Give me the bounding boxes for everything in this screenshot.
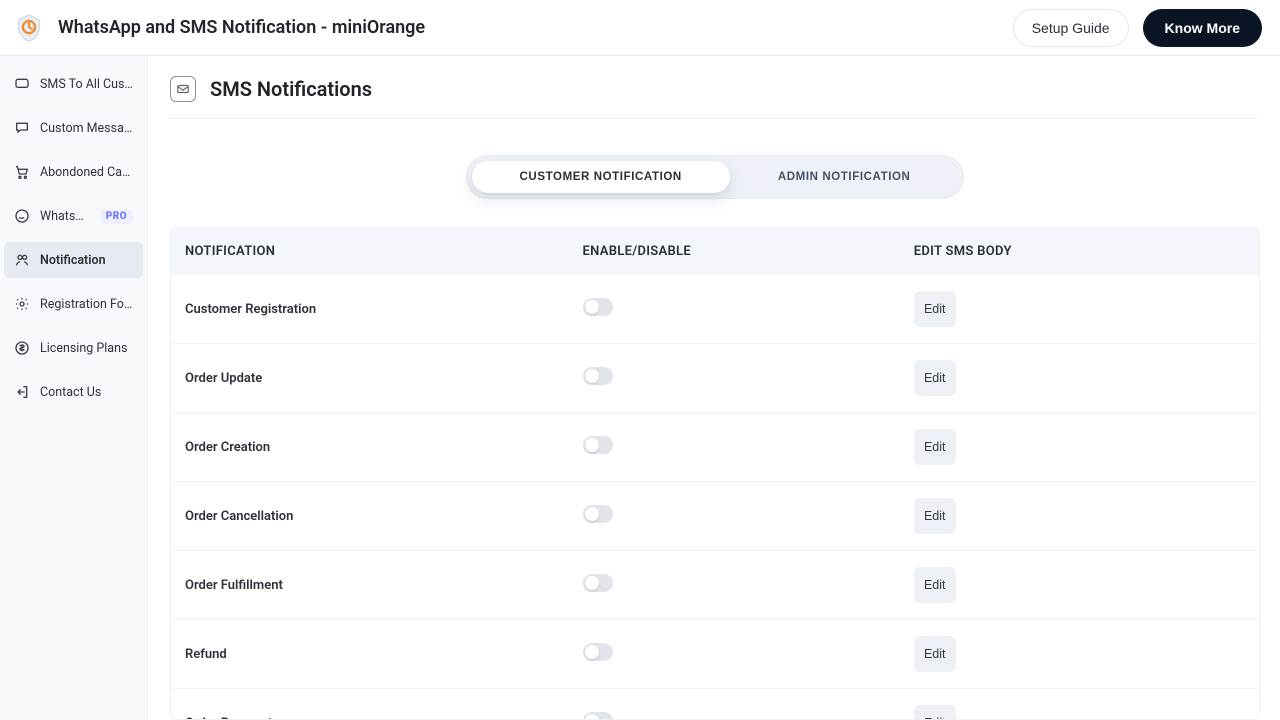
- sidebar-item-label: Abondoned Cart Noti…: [40, 165, 133, 180]
- sidebar-item-label: Contact Us: [40, 385, 133, 400]
- enable-toggle[interactable]: [583, 367, 613, 385]
- edit-button[interactable]: Edit: [914, 705, 956, 720]
- notification-name: Refund: [185, 647, 583, 662]
- table-header: NOTIFICATION ENABLE/DISABLE EDIT SMS BOD…: [171, 228, 1259, 275]
- sidebar-item-notification[interactable]: Notification: [4, 242, 143, 278]
- exit-icon: [14, 384, 30, 400]
- notification-name: Order Payment: [185, 716, 583, 720]
- notification-table: NOTIFICATION ENABLE/DISABLE EDIT SMS BOD…: [170, 227, 1260, 720]
- enable-toggle[interactable]: [583, 298, 613, 316]
- pro-badge: PRO: [100, 209, 133, 224]
- th-enable-disable: ENABLE/DISABLE: [583, 244, 914, 259]
- table-row: Order Fulfillment Edit: [171, 550, 1259, 619]
- bell-icon: [14, 252, 30, 268]
- edit-button[interactable]: Edit: [914, 291, 956, 327]
- sidebar-item-custom-messages[interactable]: Custom Messages: [4, 110, 143, 146]
- app-title: WhatsApp and SMS Notification - miniOran…: [58, 17, 425, 38]
- sidebar-item-label: Licensing Plans: [40, 341, 133, 356]
- sidebar-item-whatsapp[interactable]: WhatsApp PRO: [4, 198, 143, 234]
- enable-toggle[interactable]: [583, 643, 613, 661]
- edit-button[interactable]: Edit: [914, 636, 956, 672]
- sidebar-item-label: WhatsApp: [40, 209, 90, 224]
- tab-admin-notification[interactable]: ADMIN NOTIFICATION: [730, 161, 959, 193]
- know-more-button[interactable]: Know More: [1143, 9, 1262, 47]
- table-row: Order Creation Edit: [171, 412, 1259, 481]
- header-right: Setup Guide Know More: [1013, 9, 1262, 47]
- page-title-row: SMS Notifications: [170, 76, 1260, 119]
- notification-name: Order Update: [185, 371, 583, 386]
- sidebar-item-licensing[interactable]: Licensing Plans: [4, 330, 143, 366]
- enable-toggle[interactable]: [583, 574, 613, 592]
- dollar-icon: [14, 340, 30, 356]
- brand-logo: [14, 13, 44, 43]
- edit-button[interactable]: Edit: [914, 360, 956, 396]
- sidebar-item-abandoned-cart[interactable]: Abondoned Cart Noti…: [4, 154, 143, 190]
- notification-name: Order Fulfillment: [185, 578, 583, 593]
- tabs: CUSTOMER NOTIFICATION ADMIN NOTIFICATION: [466, 155, 965, 199]
- cart-icon: [14, 164, 30, 180]
- sidebar-item-label: Registration Form Set…: [40, 297, 133, 312]
- table-row: Refund Edit: [171, 619, 1259, 688]
- th-edit-sms-body: EDIT SMS BODY: [914, 244, 1245, 259]
- page-title: SMS Notifications: [210, 77, 372, 101]
- table-row: Customer Registration Edit: [171, 275, 1259, 343]
- tab-customer-notification[interactable]: CUSTOMER NOTIFICATION: [472, 161, 730, 193]
- sidebar-item-label: SMS To All Customers: [40, 77, 133, 92]
- sidebar-item-registration-form[interactable]: Registration Form Set…: [4, 286, 143, 322]
- table-row: Order Update Edit: [171, 343, 1259, 412]
- edit-button[interactable]: Edit: [914, 429, 956, 465]
- tabs-wrap: CUSTOMER NOTIFICATION ADMIN NOTIFICATION: [170, 155, 1260, 199]
- notification-name: Customer Registration: [185, 302, 583, 317]
- sidebar-item-label: Notification: [40, 253, 133, 268]
- sidebar-item-label: Custom Messages: [40, 121, 133, 136]
- sidebar-item-sms-all[interactable]: SMS To All Customers: [4, 66, 143, 102]
- sidebar-item-contact[interactable]: Contact Us: [4, 374, 143, 410]
- enable-toggle[interactable]: [583, 505, 613, 523]
- edit-button[interactable]: Edit: [914, 567, 956, 603]
- sidebar: SMS To All Customers Custom Messages Abo…: [0, 56, 148, 720]
- edit-button[interactable]: Edit: [914, 498, 956, 534]
- whatsapp-icon: [14, 208, 30, 224]
- notification-name: Order Creation: [185, 440, 583, 455]
- message-icon: [14, 120, 30, 136]
- sms-icon: [14, 76, 30, 92]
- gear-icon: [14, 296, 30, 312]
- envelope-icon: [170, 76, 196, 102]
- table-row: Order Cancellation Edit: [171, 481, 1259, 550]
- main-content: SMS Notifications CUSTOMER NOTIFICATION …: [148, 56, 1280, 720]
- enable-toggle[interactable]: [583, 712, 613, 720]
- table-row: Order Payment Edit: [171, 688, 1259, 720]
- th-notification: NOTIFICATION: [185, 244, 583, 259]
- app-header: WhatsApp and SMS Notification - miniOran…: [0, 0, 1280, 56]
- setup-guide-button[interactable]: Setup Guide: [1013, 9, 1129, 47]
- header-left: WhatsApp and SMS Notification - miniOran…: [14, 13, 425, 43]
- notification-name: Order Cancellation: [185, 509, 583, 524]
- enable-toggle[interactable]: [583, 436, 613, 454]
